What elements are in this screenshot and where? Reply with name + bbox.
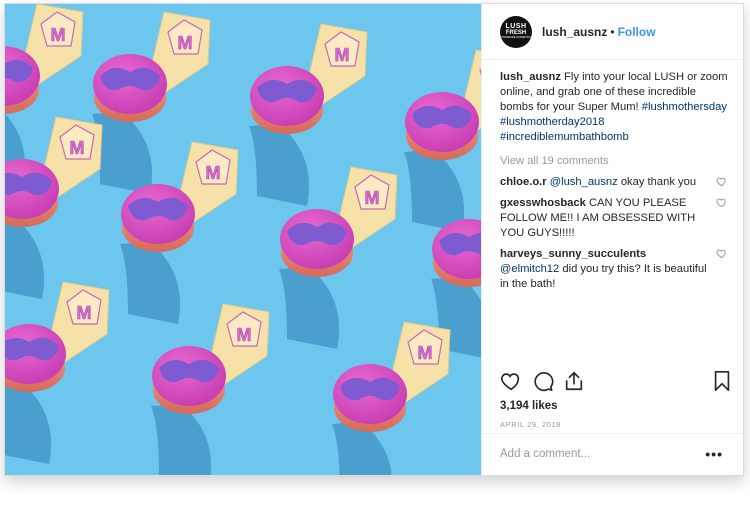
share-icon[interactable] (563, 370, 585, 392)
cape-letter: M (335, 45, 350, 65)
caption-username[interactable]: lush_ausnz (500, 71, 561, 83)
comment-username[interactable]: chloe.o.r (500, 176, 547, 188)
post-header: LUSH FRESH HANDMADE COSMETICS lush_ausnz… (482, 4, 743, 60)
view-all-comments-link[interactable]: View all 19 comments (500, 154, 729, 169)
bath-bomb-photo: MMMMMMMMMMM (5, 4, 481, 475)
comment-username[interactable]: harveys_sunny_succulents (500, 248, 646, 260)
post-sidebar: LUSH FRESH HANDMADE COSMETICS lush_ausnz… (481, 4, 743, 475)
comment-bubble-icon[interactable] (532, 370, 554, 392)
action-bar (500, 370, 730, 394)
comment-item: chloe.o.r @lush_ausnz okay thank you (500, 175, 729, 190)
cape-letter: M (178, 33, 193, 53)
bath-bomb-mask (5, 172, 52, 196)
comment-like-heart-icon[interactable] (716, 176, 727, 187)
logo-text-1: LUSH (505, 23, 527, 31)
hashtag-link[interactable]: #incrediblemumbathbomb (500, 131, 629, 143)
hashtag-link[interactable]: #lushmothersday (642, 101, 727, 113)
comment-username[interactable]: gxesswhosback (500, 197, 586, 209)
cape-letter: M (237, 325, 252, 345)
header-username[interactable]: lush_ausnz (542, 25, 607, 39)
add-comment-input[interactable]: Add a comment... (500, 448, 590, 460)
bookmark-icon[interactable] (711, 370, 733, 392)
follow-button[interactable]: Follow (618, 25, 656, 39)
comments-section: lush_ausnz Fly into your local LUSH or z… (500, 70, 729, 292)
comment-mention[interactable]: @lush_ausnz (550, 176, 618, 188)
likes-count[interactable]: 3,194 likes (500, 400, 558, 412)
heart-icon[interactable] (500, 370, 522, 392)
cape-letter: M (77, 303, 92, 323)
more-options-icon[interactable]: ••• (705, 446, 723, 462)
profile-avatar[interactable]: LUSH FRESH HANDMADE COSMETICS (500, 15, 532, 48)
cape-letter: M (70, 138, 85, 158)
post-card: MMMMMMMMMMM LUSH FRESH HANDMADE COSMETIC… (4, 3, 744, 476)
cape-letter: M (365, 188, 380, 208)
comment-item: harveys_sunny_succulents @elmitch12 did … (500, 247, 729, 292)
logo-text-3: HANDMADE COSMETICS (501, 36, 531, 40)
hashtag-link[interactable]: #lushmotherday2018 (500, 116, 605, 128)
photo-background (5, 4, 481, 475)
bath-bomb-mask (439, 232, 481, 256)
post-photo[interactable]: MMMMMMMMMMM (5, 4, 481, 475)
add-comment-bar: Add a comment... ••• (482, 433, 743, 475)
comment-like-heart-icon[interactable] (716, 197, 727, 208)
comment-item: gxesswhosback CAN YOU PLEASE FOLLOW ME!!… (500, 196, 729, 241)
header-separator: • (610, 24, 615, 39)
post-date: APRIL 29, 2018 (500, 420, 562, 429)
cape-letter: M (206, 163, 221, 183)
post-caption: lush_ausnz Fly into your local LUSH or z… (500, 70, 729, 145)
comment-text: okay thank you (620, 176, 697, 188)
comment-like-heart-icon[interactable] (716, 248, 727, 259)
cape-letter: M (51, 25, 66, 45)
cape-letter: M (418, 343, 433, 363)
comment-mention[interactable]: @elmitch12 (500, 263, 559, 275)
